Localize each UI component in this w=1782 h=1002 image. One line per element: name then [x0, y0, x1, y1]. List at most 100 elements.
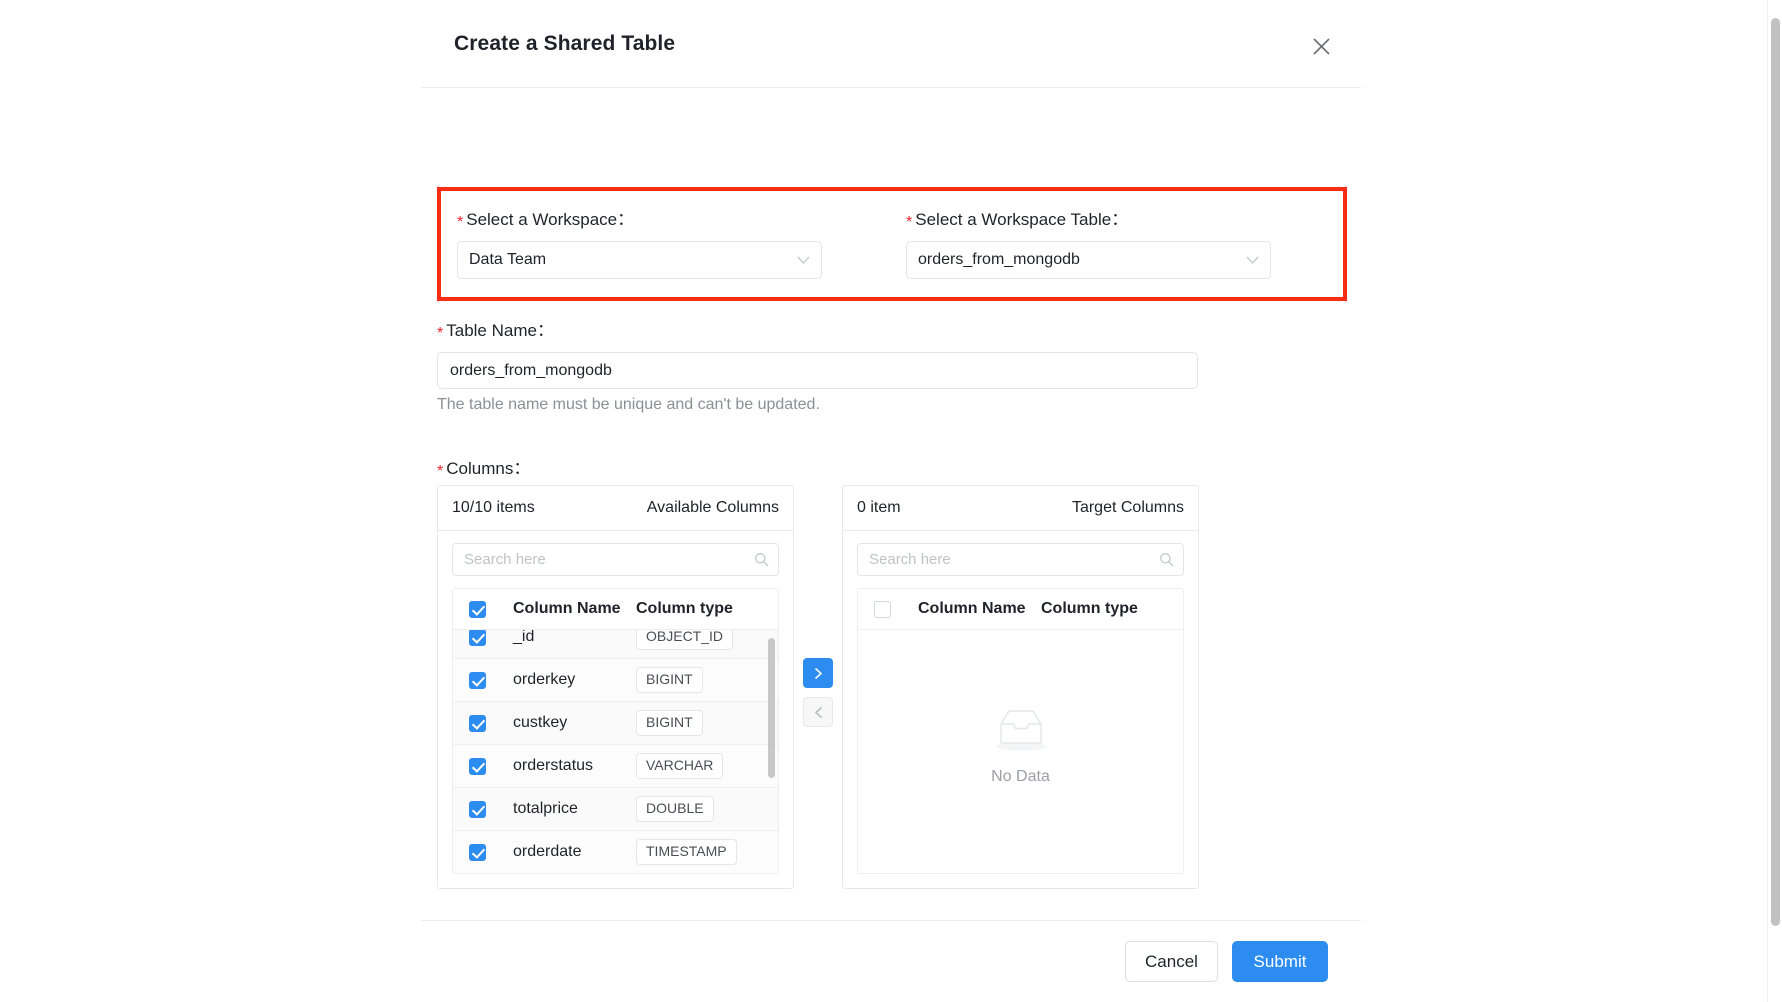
workspace-field: * Select a Workspace ： Data Team [441, 205, 892, 279]
row-column-name: _id [513, 630, 535, 645]
workspace-table-label-colon: ： [1111, 210, 1129, 229]
target-list: Column Name Column type No Data [857, 588, 1184, 874]
available-select-all-checkbox-cell [469, 600, 513, 618]
row-column-name: orderdate [513, 843, 582, 860]
target-columns-panel: 0 item Target Columns Search here Column… [842, 485, 1199, 889]
required-mark: * [457, 214, 464, 231]
available-header-column-type: Column type [636, 600, 733, 617]
available-panel-header: 10/10 items Available Columns [438, 486, 793, 531]
workspace-table-label-text: Select a Workspace Table [915, 210, 1112, 229]
available-search-input[interactable] [462, 550, 754, 569]
row-checkbox[interactable] [469, 800, 486, 818]
target-select-all-checkbox-cell [874, 600, 918, 618]
workspace-label: * Select a Workspace ： [457, 205, 892, 231]
workspace-select[interactable]: Data Team [457, 241, 822, 279]
available-list-scrollbar[interactable] [768, 638, 775, 778]
workspace-table-select-value: orders_from_mongodb [918, 251, 1080, 268]
target-count-label: 0 item [857, 499, 901, 516]
row-checkbox[interactable] [469, 630, 486, 646]
row-column-type-tag: DOUBLE [636, 796, 714, 822]
workspace-table-select[interactable]: orders_from_mongodb [906, 241, 1272, 279]
target-panel-title: Target Columns [1071, 499, 1184, 516]
required-mark: * [437, 463, 444, 480]
available-panel-title: Available Columns [646, 499, 779, 516]
dialog-header: Create a Shared Table [421, 0, 1361, 88]
table-row[interactable]: custkey BIGINT [453, 702, 778, 745]
row-checkbox-cell [469, 757, 513, 775]
columns-label-colon: ： [513, 459, 531, 478]
target-empty-state: No Data [858, 630, 1183, 873]
required-mark: * [906, 214, 913, 231]
table-name-hint: The table name must be unique and can't … [437, 396, 820, 413]
close-icon[interactable] [1307, 32, 1335, 60]
available-list: Column Name Column type _id OBJECT_IDorde… [452, 588, 779, 874]
columns-label: * Columns ： [437, 454, 531, 480]
required-mark: * [437, 325, 444, 342]
table-row[interactable]: _id OBJECT_ID [453, 630, 778, 659]
row-column-type-cell: DOUBLE [636, 796, 778, 822]
row-column-type-tag: BIGINT [636, 710, 703, 736]
table-row[interactable]: orderkey BIGINT [453, 659, 778, 702]
target-panel-header: 0 item Target Columns [843, 486, 1198, 531]
row-column-type-cell: VARCHAR [636, 753, 778, 779]
available-header-column-name: Column Name [513, 600, 621, 617]
row-column-name: orderstatus [513, 757, 594, 774]
row-column-type-cell: BIGINT [636, 667, 778, 693]
target-header-column-type: Column type [1041, 600, 1138, 617]
row-column-type-cell: TIMESTAMP [636, 839, 778, 865]
available-select-all-checkbox[interactable] [469, 600, 486, 618]
row-checkbox-cell [469, 800, 513, 818]
row-checkbox[interactable] [469, 671, 486, 689]
move-to-source-button[interactable] [803, 697, 833, 727]
dialog-body: * Select a Workspace ： Data Team * Selec… [421, 88, 1361, 920]
submit-button[interactable]: Submit [1232, 941, 1328, 982]
row-column-type-tag: VARCHAR [636, 753, 724, 779]
table-row[interactable]: orderdate TIMESTAMP [453, 831, 778, 873]
search-icon [754, 552, 769, 567]
page-title: Create a Shared Table [454, 31, 676, 55]
dialog-footer: Cancel Submit [421, 920, 1361, 1002]
workspace-label-text: Select a Workspace [466, 210, 618, 229]
table-row[interactable]: totalprice DOUBLE [453, 788, 778, 831]
row-column-type-tag: OBJECT_ID [636, 630, 734, 650]
columns-transfer: 10/10 items Available Columns Search her… [437, 485, 1199, 889]
table-name-input[interactable] [437, 352, 1198, 389]
target-list-header: Column Name Column type [858, 589, 1183, 630]
row-checkbox-cell [469, 630, 513, 646]
available-list-body[interactable]: _id OBJECT_ID orderkey BIGINT custkey BIGINT o… [453, 630, 778, 873]
row-checkbox[interactable] [469, 843, 486, 861]
row-checkbox[interactable] [469, 757, 486, 775]
available-search-wrap [438, 531, 793, 576]
page-scrollbar-thumb[interactable] [1771, 18, 1780, 926]
available-rows-container: _id OBJECT_ID orderkey BIGINT custkey BIGINT o… [453, 630, 778, 873]
available-columns-panel: 10/10 items Available Columns Search her… [437, 485, 794, 889]
columns-label-text: Columns [446, 459, 514, 478]
target-empty-text: No Data [991, 768, 1050, 785]
table-name-label-text: Table Name [446, 321, 537, 340]
available-search-box[interactable] [452, 543, 779, 576]
target-search-box[interactable] [857, 543, 1184, 576]
available-count-label: 10/10 items [452, 499, 535, 516]
target-header-column-name: Column Name [918, 600, 1026, 617]
row-checkbox-cell [469, 671, 513, 689]
target-search-wrap [843, 531, 1198, 576]
available-list-header: Column Name Column type [453, 589, 778, 630]
workspace-table-label: * Select a Workspace Table ： [906, 205, 1343, 231]
row-column-type-tag: BIGINT [636, 667, 703, 693]
row-checkbox[interactable] [469, 714, 486, 732]
move-to-target-button[interactable] [803, 658, 833, 688]
target-select-all-checkbox[interactable] [874, 600, 891, 618]
row-checkbox-cell [469, 714, 513, 732]
page-scrollbar[interactable] [1767, 0, 1782, 1002]
workspace-label-colon: ： [617, 210, 635, 229]
row-column-name: orderkey [513, 671, 576, 688]
table-row[interactable]: orderstatus VARCHAR [453, 745, 778, 788]
workspace-selection-highlight: * Select a Workspace ： Data Team * Selec… [437, 187, 1347, 301]
workspace-select-value: Data Team [469, 251, 547, 268]
row-column-type-cell: BIGINT [636, 710, 778, 736]
target-search-input[interactable] [867, 550, 1159, 569]
row-column-type-tag: TIMESTAMP [636, 839, 737, 865]
cancel-button[interactable]: Cancel [1125, 941, 1218, 982]
row-checkbox-cell [469, 843, 513, 861]
search-icon [1159, 552, 1174, 567]
